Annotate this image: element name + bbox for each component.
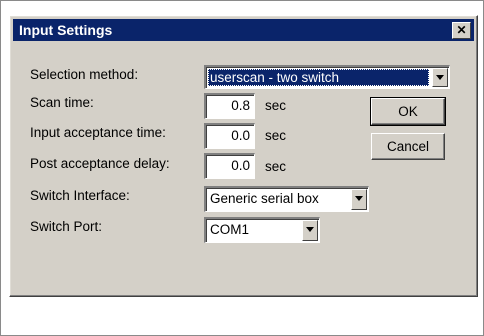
selection-method-label: Selection method: bbox=[30, 67, 139, 82]
selection-method-dropdown-button[interactable] bbox=[432, 68, 448, 87]
ok-button[interactable]: OK bbox=[370, 97, 446, 126]
input-settings-dialog: Input Settings ✕ Selection method: users… bbox=[9, 15, 478, 297]
scan-time-label: Scan time: bbox=[30, 95, 94, 110]
dialog-title: Input Settings bbox=[19, 22, 113, 38]
post-acceptance-input[interactable]: 0.0 bbox=[204, 153, 255, 179]
scan-time-input[interactable]: 0.8 bbox=[204, 93, 255, 119]
post-acceptance-label: Post acceptance delay: bbox=[30, 156, 170, 171]
close-icon: ✕ bbox=[456, 23, 467, 37]
selection-method-value: userscan - two switch bbox=[210, 70, 340, 85]
title-bar[interactable]: Input Settings ✕ bbox=[13, 19, 474, 41]
chevron-down-icon bbox=[436, 75, 444, 80]
switch-interface-label: Switch Interface: bbox=[30, 188, 130, 203]
chevron-down-icon bbox=[355, 196, 363, 201]
switch-port-combo[interactable]: COM1 bbox=[204, 217, 320, 243]
switch-interface-combo[interactable]: Generic serial box bbox=[204, 186, 369, 212]
scan-time-unit: sec bbox=[265, 98, 287, 113]
switch-port-dropdown-button[interactable] bbox=[302, 220, 318, 241]
switch-interface-value: Generic serial box bbox=[210, 191, 319, 206]
input-acceptance-label: Input acceptance time: bbox=[30, 125, 166, 140]
cancel-button[interactable]: Cancel bbox=[371, 133, 445, 160]
chevron-down-icon bbox=[306, 227, 314, 232]
post-acceptance-unit: sec bbox=[265, 159, 287, 174]
input-acceptance-unit: sec bbox=[265, 128, 287, 143]
selection-method-highlight: userscan - two switch bbox=[208, 69, 429, 86]
switch-port-label: Switch Port: bbox=[30, 219, 103, 234]
switch-port-value: COM1 bbox=[210, 222, 250, 237]
selection-method-combo[interactable]: userscan - two switch bbox=[204, 65, 450, 89]
switch-interface-dropdown-button[interactable] bbox=[351, 189, 367, 210]
close-button[interactable]: ✕ bbox=[452, 22, 471, 39]
input-acceptance-input[interactable]: 0.0 bbox=[204, 123, 255, 149]
